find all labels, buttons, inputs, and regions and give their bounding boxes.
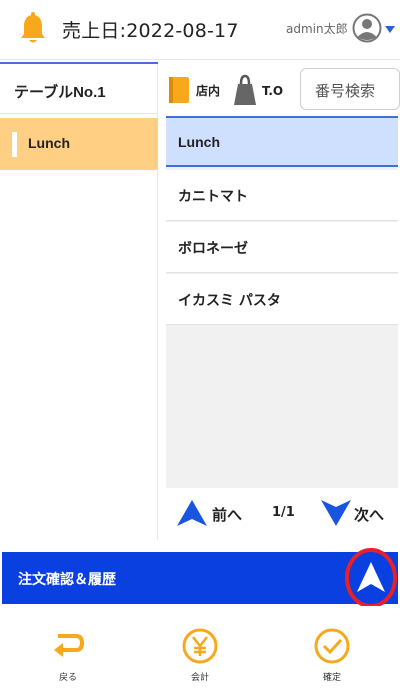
takeout-bag-icon [234,74,256,105]
category-sidebar: テーブルNo.1 Lunch [0,62,158,540]
check-circle-icon [314,628,350,664]
sales-date: 売上日:2022-08-17 [62,20,239,42]
expand-up-icon[interactable] [345,548,397,608]
arrow-down-icon [321,500,351,526]
chevron-down-icon[interactable] [384,25,396,35]
page-indicator: 1/1 [272,505,295,520]
next-page-label: 次へ [354,506,385,524]
confirm-label: 確定 [322,673,341,683]
menu-item-label: イカスミ パスタ [178,293,281,309]
menu-item-label: ボロネーゼ [178,241,248,257]
user-name[interactable]: admin太郎 [286,20,348,37]
menu-item[interactable]: ボロネーゼ [166,222,398,273]
number-search-button[interactable]: 番号検索 [300,68,400,110]
yen-icon [182,628,218,664]
table-tab[interactable]: テーブルNo.1 [0,62,158,114]
dine-in-icon [169,77,189,103]
prev-page-label: 前へ [212,506,243,524]
selection-indicator [12,132,17,157]
menu-category-header: Lunch [166,116,398,167]
dine-in-label: 店内 [196,84,221,98]
menu-item[interactable]: カニトマト [166,170,398,221]
user-avatar-icon[interactable] [352,13,382,43]
return-arrow-icon [54,634,85,657]
menu-toolbar: 店内 T.O 番号検索 [162,62,400,116]
footer-nav: 戻る 会計 確定 [0,606,400,695]
checkout-label: 会計 [190,673,209,683]
menu-item[interactable]: イカスミ パスタ [166,274,398,325]
category-label: Lunch [28,135,70,151]
app-header: 売上日:2022-08-17 admin太郎 [0,0,400,60]
back-label: 戻る [58,673,77,683]
arrow-up-icon [177,500,207,526]
menu-item-label: カニトマト [178,189,248,205]
table-label: テーブルNo.1 [14,84,106,101]
prev-page-button[interactable]: 前へ [176,498,246,530]
bell-icon[interactable] [18,12,48,46]
menu-list: Lunch カニトマト ボロネーゼ イカスミ パスタ [166,116,398,488]
takeout-label: T.O [262,84,284,98]
next-page-button[interactable]: 次へ [320,498,400,530]
pagination: 前へ 1/1 次へ [162,488,400,540]
checkout-button[interactable]: 会計 [160,628,240,688]
number-search-label: 番号検索 [315,82,376,100]
back-button[interactable]: 戻る [28,628,108,688]
confirm-button[interactable]: 確定 [292,628,372,688]
order-history-bar[interactable]: 注文確認＆履歴 [2,548,398,608]
order-history-label: 注文確認＆履歴 [18,572,116,588]
category-item-lunch[interactable]: Lunch [0,118,158,170]
menu-header-label: Lunch [178,134,220,150]
